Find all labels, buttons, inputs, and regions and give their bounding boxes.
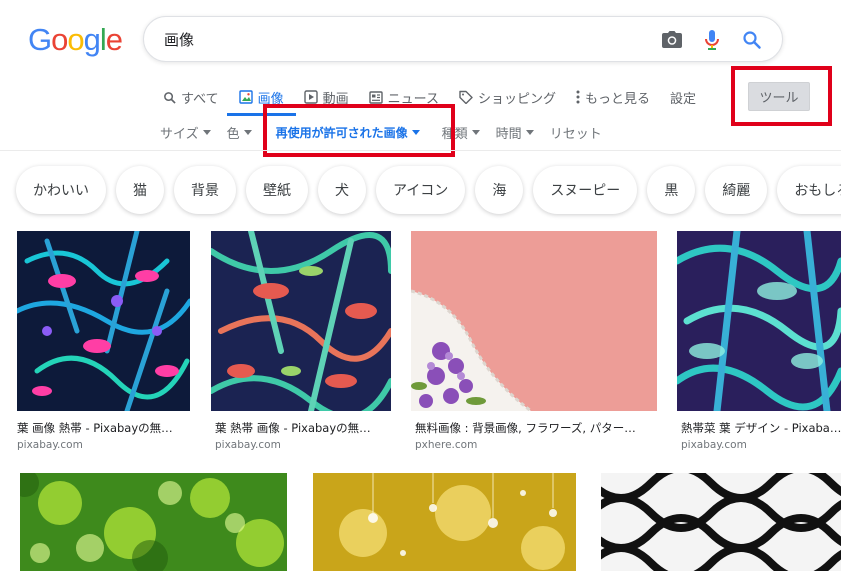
chip[interactable]: スヌーピー <box>533 166 638 214</box>
search-icon[interactable] <box>740 28 764 52</box>
tab-label: 設定 <box>670 91 697 107</box>
result-caption[interactable]: 葉 熱帯 画像 - Pixabayの無… <box>215 420 391 436</box>
tab-videos[interactable]: 動画 <box>303 84 349 110</box>
tab-news[interactable]: ニュース <box>368 84 439 110</box>
result-caption[interactable]: 葉 画像 熱帯 - Pixabayの無… <box>17 420 190 436</box>
filter-usage-rights[interactable]: 再使用が許可された画像 <box>276 124 420 141</box>
tools-button[interactable]: ツール <box>748 82 810 111</box>
chevron-down-icon <box>243 129 252 135</box>
chevron-down-icon <box>471 129 480 135</box>
related-chips: かわいい 猫 背景 壁紙 犬 アイコン 海 スヌーピー 黒 綺麗 おもしろ <box>16 166 841 214</box>
chevron-down-icon <box>411 129 420 135</box>
search-icon <box>164 91 176 104</box>
tab-settings[interactable]: 設定 <box>670 84 696 110</box>
filter-type[interactable]: 種類 <box>442 123 480 142</box>
chip[interactable]: アイコン <box>376 166 466 214</box>
chip[interactable]: かわいい <box>16 166 106 214</box>
chip[interactable]: おもしろ <box>777 166 841 214</box>
chip[interactable]: 綺麗 <box>705 166 768 214</box>
divider <box>0 150 841 151</box>
result-domain: pxhere.com <box>415 439 478 451</box>
result-domain: pixabay.com <box>17 439 83 451</box>
tag-icon <box>459 90 473 104</box>
tab-label: 画像 <box>257 91 284 107</box>
result-image[interactable] <box>211 231 391 411</box>
filter-bar: サイズ 色 再使用が許可された画像 種類 時間 リセット <box>160 122 602 142</box>
result-caption[interactable]: 熱帯菜 葉 デザイン - Pixaba… <box>681 420 841 436</box>
result-image[interactable] <box>313 473 576 571</box>
result-image[interactable] <box>17 231 190 411</box>
result-image[interactable] <box>411 231 657 411</box>
chip[interactable]: 海 <box>475 166 524 214</box>
tab-label: ニュース <box>387 91 439 107</box>
filter-size[interactable]: サイズ <box>160 123 211 142</box>
tab-all[interactable]: すべて <box>163 84 219 110</box>
search-box <box>143 16 783 62</box>
chip[interactable]: 猫 <box>116 166 164 214</box>
tab-more[interactable]: もっと見る <box>576 84 650 110</box>
camera-icon[interactable] <box>660 28 684 52</box>
chevron-down-icon <box>525 129 534 135</box>
chip[interactable]: 黒 <box>647 166 696 214</box>
microphone-icon[interactable] <box>700 28 724 52</box>
tab-label: ショッピング <box>477 91 556 107</box>
more-vert-icon <box>576 90 580 104</box>
filter-time[interactable]: 時間 <box>496 123 534 142</box>
result-domain: pixabay.com <box>215 439 281 451</box>
result-image[interactable] <box>20 473 287 571</box>
result-caption[interactable]: 無料画像 : 背景画像, フラワーズ, パター… <box>415 420 655 436</box>
tab-label: 動画 <box>322 91 349 107</box>
chevron-down-icon <box>202 129 211 135</box>
chip[interactable]: 壁紙 <box>246 166 308 214</box>
video-icon <box>303 90 318 104</box>
result-domain: pixabay.com <box>681 439 747 451</box>
tab-label: すべて <box>181 91 219 107</box>
result-image[interactable] <box>601 473 841 571</box>
search-input[interactable] <box>164 17 644 61</box>
tab-shopping[interactable]: ショッピング <box>459 84 556 110</box>
filter-reset[interactable]: リセット <box>550 123 602 142</box>
news-icon <box>368 90 383 104</box>
chip[interactable]: 犬 <box>318 166 366 214</box>
search-tabs: すべて 画像 動画 ニュース ショッピング もっと見る 設定 <box>163 84 716 116</box>
chip[interactable]: 背景 <box>174 166 236 214</box>
google-logo[interactable]: Google <box>28 22 123 58</box>
filter-color[interactable]: 色 <box>227 123 252 142</box>
tab-label: もっと見る <box>584 91 650 107</box>
tab-images[interactable]: 画像 <box>226 84 296 116</box>
image-icon <box>238 90 253 104</box>
result-image[interactable] <box>677 231 841 411</box>
